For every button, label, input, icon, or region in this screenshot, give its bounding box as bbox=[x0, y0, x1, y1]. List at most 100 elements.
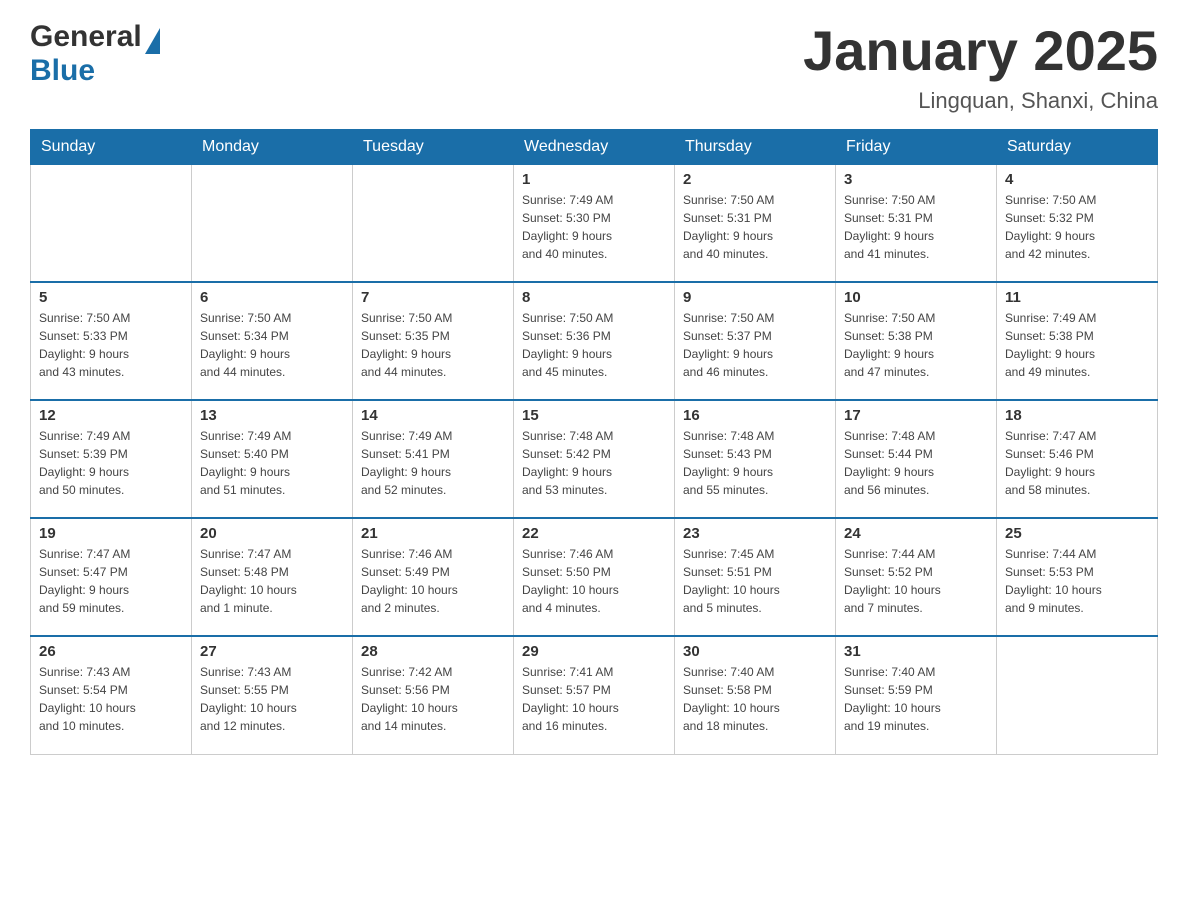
day-info: Sunrise: 7:40 AM Sunset: 5:58 PM Dayligh… bbox=[683, 663, 827, 735]
day-number: 31 bbox=[844, 643, 988, 660]
day-number: 24 bbox=[844, 525, 988, 542]
calendar-cell: 1 Sunrise: 7:49 AM Sunset: 5:30 PM Daylig… bbox=[514, 164, 675, 282]
weekday-header-wednesday: Wednesday bbox=[514, 129, 675, 164]
day-number: 8 bbox=[522, 289, 666, 306]
calendar-week-row: 12 Sunrise: 7:49 AM Sunset: 5:39 PM Dayli… bbox=[31, 400, 1158, 518]
weekday-header-saturday: Saturday bbox=[997, 129, 1158, 164]
day-info: Sunrise: 7:49 AM Sunset: 5:38 PM Dayligh… bbox=[1005, 309, 1149, 381]
day-number: 11 bbox=[1005, 289, 1149, 306]
day-info: Sunrise: 7:50 AM Sunset: 5:38 PM Dayligh… bbox=[844, 309, 988, 381]
calendar-cell bbox=[353, 164, 514, 282]
day-info: Sunrise: 7:49 AM Sunset: 5:41 PM Dayligh… bbox=[361, 427, 505, 499]
calendar-cell: 24 Sunrise: 7:44 AM Sunset: 5:52 PM Dayli… bbox=[836, 518, 997, 636]
day-info: Sunrise: 7:48 AM Sunset: 5:43 PM Dayligh… bbox=[683, 427, 827, 499]
day-number: 15 bbox=[522, 407, 666, 424]
calendar-cell: 4 Sunrise: 7:50 AM Sunset: 5:32 PM Daylig… bbox=[997, 164, 1158, 282]
day-number: 10 bbox=[844, 289, 988, 306]
calendar-cell: 26 Sunrise: 7:43 AM Sunset: 5:54 PM Dayli… bbox=[31, 636, 192, 754]
calendar-cell: 20 Sunrise: 7:47 AM Sunset: 5:48 PM Dayli… bbox=[192, 518, 353, 636]
calendar-cell: 8 Sunrise: 7:50 AM Sunset: 5:36 PM Daylig… bbox=[514, 282, 675, 400]
calendar-cell: 15 Sunrise: 7:48 AM Sunset: 5:42 PM Dayli… bbox=[514, 400, 675, 518]
day-number: 17 bbox=[844, 407, 988, 424]
day-info: Sunrise: 7:44 AM Sunset: 5:52 PM Dayligh… bbox=[844, 545, 988, 617]
calendar-cell: 3Sunrise: 7:50 AM Sunset: 5:31 PM Daylig… bbox=[836, 164, 997, 282]
calendar-cell: 2 Sunrise: 7:50 AM Sunset: 5:31 PM Daylig… bbox=[675, 164, 836, 282]
day-number: 25 bbox=[1005, 525, 1149, 542]
calendar-cell bbox=[192, 164, 353, 282]
day-info: Sunrise: 7:46 AM Sunset: 5:49 PM Dayligh… bbox=[361, 545, 505, 617]
calendar-cell: 28 Sunrise: 7:42 AM Sunset: 5:56 PM Dayli… bbox=[353, 636, 514, 754]
calendar-cell: 21Sunrise: 7:46 AM Sunset: 5:49 PM Dayli… bbox=[353, 518, 514, 636]
calendar-cell: 18Sunrise: 7:47 AM Sunset: 5:46 PM Dayli… bbox=[997, 400, 1158, 518]
day-info: Sunrise: 7:47 AM Sunset: 5:47 PM Dayligh… bbox=[39, 545, 183, 617]
day-number: 6 bbox=[200, 289, 344, 306]
day-number: 22 bbox=[522, 525, 666, 542]
day-info: Sunrise: 7:42 AM Sunset: 5:56 PM Dayligh… bbox=[361, 663, 505, 735]
calendar-cell: 17Sunrise: 7:48 AM Sunset: 5:44 PM Dayli… bbox=[836, 400, 997, 518]
day-number: 5 bbox=[39, 289, 183, 306]
day-info: Sunrise: 7:50 AM Sunset: 5:31 PM Dayligh… bbox=[844, 191, 988, 263]
day-info: Sunrise: 7:46 AM Sunset: 5:50 PM Dayligh… bbox=[522, 545, 666, 617]
day-number: 12 bbox=[39, 407, 183, 424]
day-number: 4 bbox=[1005, 171, 1149, 188]
calendar-cell: 16 Sunrise: 7:48 AM Sunset: 5:43 PM Dayli… bbox=[675, 400, 836, 518]
day-number: 2 bbox=[683, 171, 827, 188]
calendar-cell: 29Sunrise: 7:41 AM Sunset: 5:57 PM Dayli… bbox=[514, 636, 675, 754]
page-header: General Blue January 2025Lingquan, Shanx… bbox=[30, 20, 1158, 114]
day-info: Sunrise: 7:50 AM Sunset: 5:31 PM Dayligh… bbox=[683, 191, 827, 263]
day-info: Sunrise: 7:50 AM Sunset: 5:36 PM Dayligh… bbox=[522, 309, 666, 381]
calendar-table: SundayMondayTuesdayWednesdayThursdayFrid… bbox=[30, 129, 1158, 755]
calendar-cell: 23Sunrise: 7:45 AM Sunset: 5:51 PM Dayli… bbox=[675, 518, 836, 636]
day-number: 23 bbox=[683, 525, 827, 542]
calendar-week-row: 26 Sunrise: 7:43 AM Sunset: 5:54 PM Dayli… bbox=[31, 636, 1158, 754]
title-block: January 2025 Lingquan, Shanxi, China bbox=[803, 20, 1158, 114]
day-number: 28 bbox=[361, 643, 505, 660]
calendar-cell bbox=[31, 164, 192, 282]
calendar-week-row: 1 Sunrise: 7:49 AM Sunset: 5:30 PM Daylig… bbox=[31, 164, 1158, 282]
day-number: 27 bbox=[200, 643, 344, 660]
day-number: 26 bbox=[39, 643, 183, 660]
day-info: Sunrise: 7:50 AM Sunset: 5:32 PM Dayligh… bbox=[1005, 191, 1149, 263]
calendar-cell: 7 Sunrise: 7:50 AM Sunset: 5:35 PM Daylig… bbox=[353, 282, 514, 400]
calendar-cell: 27 Sunrise: 7:43 AM Sunset: 5:55 PM Dayli… bbox=[192, 636, 353, 754]
weekday-header-monday: Monday bbox=[192, 129, 353, 164]
day-info: Sunrise: 7:47 AM Sunset: 5:48 PM Dayligh… bbox=[200, 545, 344, 617]
calendar-cell: 10 Sunrise: 7:50 AM Sunset: 5:38 PM Dayli… bbox=[836, 282, 997, 400]
day-number: 9 bbox=[683, 289, 827, 306]
calendar-cell: 25 Sunrise: 7:44 AM Sunset: 5:53 PM Dayli… bbox=[997, 518, 1158, 636]
day-number: 14 bbox=[361, 407, 505, 424]
day-info: Sunrise: 7:44 AM Sunset: 5:53 PM Dayligh… bbox=[1005, 545, 1149, 617]
calendar-cell: 12 Sunrise: 7:49 AM Sunset: 5:39 PM Dayli… bbox=[31, 400, 192, 518]
calendar-cell: 22 Sunrise: 7:46 AM Sunset: 5:50 PM Dayli… bbox=[514, 518, 675, 636]
day-info: Sunrise: 7:50 AM Sunset: 5:37 PM Dayligh… bbox=[683, 309, 827, 381]
day-number: 1 bbox=[522, 171, 666, 188]
day-number: 30 bbox=[683, 643, 827, 660]
day-number: 16 bbox=[683, 407, 827, 424]
calendar-cell: 9 Sunrise: 7:50 AM Sunset: 5:37 PM Daylig… bbox=[675, 282, 836, 400]
day-info: Sunrise: 7:48 AM Sunset: 5:42 PM Dayligh… bbox=[522, 427, 666, 499]
day-info: Sunrise: 7:49 AM Sunset: 5:40 PM Dayligh… bbox=[200, 427, 344, 499]
calendar-cell: 30 Sunrise: 7:40 AM Sunset: 5:58 PM Dayli… bbox=[675, 636, 836, 754]
day-number: 7 bbox=[361, 289, 505, 306]
calendar-cell: 13Sunrise: 7:49 AM Sunset: 5:40 PM Dayli… bbox=[192, 400, 353, 518]
calendar-week-row: 5Sunrise: 7:50 AM Sunset: 5:33 PM Daylig… bbox=[31, 282, 1158, 400]
day-number: 19 bbox=[39, 525, 183, 542]
calendar-cell: 11 Sunrise: 7:49 AM Sunset: 5:38 PM Dayli… bbox=[997, 282, 1158, 400]
day-info: Sunrise: 7:49 AM Sunset: 5:30 PM Dayligh… bbox=[522, 191, 666, 263]
calendar-subtitle: Lingquan, Shanxi, China bbox=[803, 88, 1158, 114]
day-info: Sunrise: 7:40 AM Sunset: 5:59 PM Dayligh… bbox=[844, 663, 988, 735]
day-info: Sunrise: 7:50 AM Sunset: 5:35 PM Dayligh… bbox=[361, 309, 505, 381]
day-number: 18 bbox=[1005, 407, 1149, 424]
weekday-header-thursday: Thursday bbox=[675, 129, 836, 164]
calendar-title: January 2025 bbox=[803, 20, 1158, 82]
day-info: Sunrise: 7:43 AM Sunset: 5:55 PM Dayligh… bbox=[200, 663, 344, 735]
weekday-header-friday: Friday bbox=[836, 129, 997, 164]
calendar-cell: 19 Sunrise: 7:47 AM Sunset: 5:47 PM Dayli… bbox=[31, 518, 192, 636]
day-info: Sunrise: 7:43 AM Sunset: 5:54 PM Dayligh… bbox=[39, 663, 183, 735]
day-info: Sunrise: 7:49 AM Sunset: 5:39 PM Dayligh… bbox=[39, 427, 183, 499]
calendar-cell: 14 Sunrise: 7:49 AM Sunset: 5:41 PM Dayli… bbox=[353, 400, 514, 518]
calendar-week-row: 19 Sunrise: 7:47 AM Sunset: 5:47 PM Dayli… bbox=[31, 518, 1158, 636]
calendar-cell bbox=[997, 636, 1158, 754]
day-number: 20 bbox=[200, 525, 344, 542]
logo-general-text: General bbox=[30, 20, 142, 54]
